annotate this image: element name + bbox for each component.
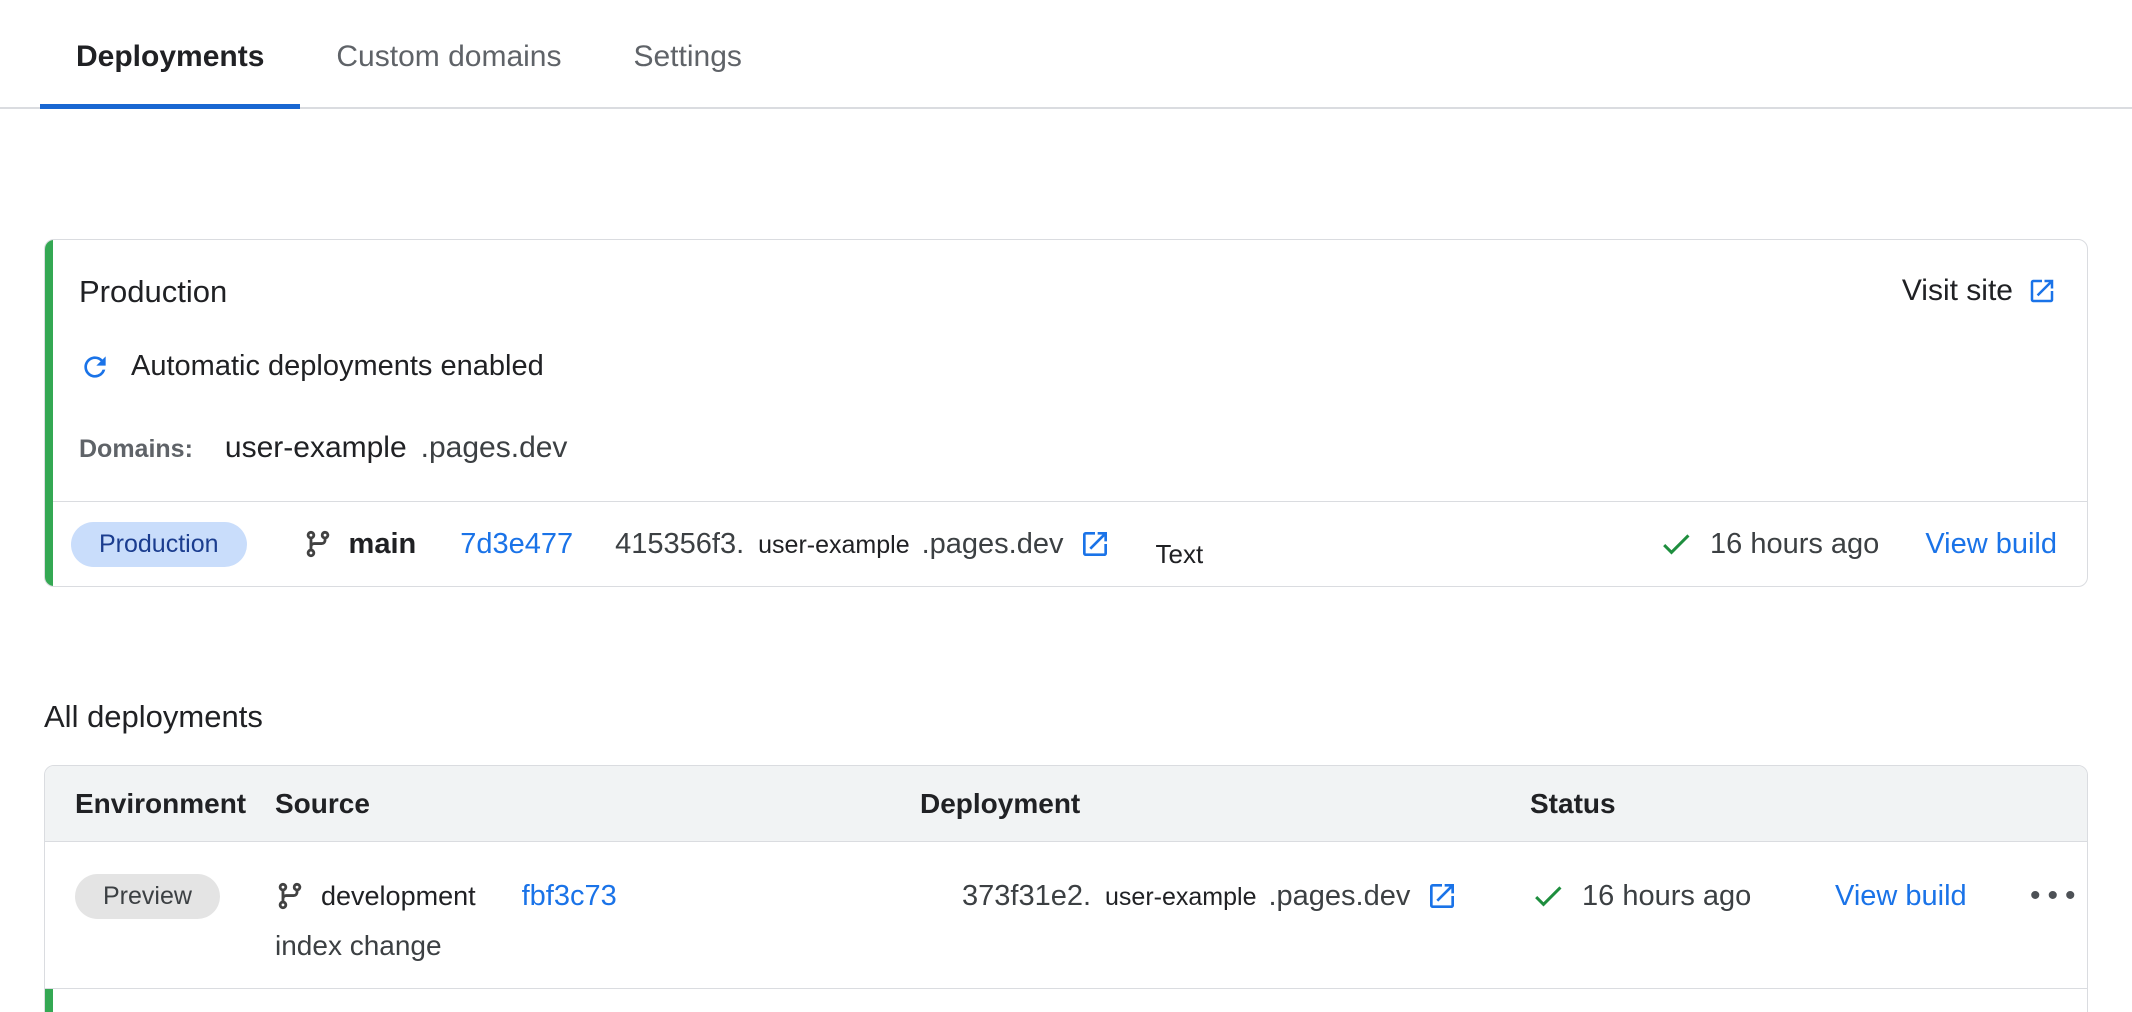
environment-badge: Preview: [75, 874, 220, 919]
domains-label: Domains:: [79, 435, 193, 464]
deployment-url-prefix: 415356f3.: [615, 528, 744, 561]
git-branch-icon: [275, 881, 305, 911]
commit-message: index change: [275, 930, 920, 962]
column-status: Status: [1530, 788, 1835, 820]
production-card-title: Production: [79, 274, 227, 310]
deployment-status: 16 hours ago: [1658, 526, 1879, 562]
deployment-url-name: user-example: [1105, 883, 1256, 912]
deployment-time: 16 hours ago: [1582, 880, 1751, 913]
deployment-url-suffix: .pages.dev: [922, 528, 1064, 561]
git-branch-icon: [303, 529, 333, 559]
success-check-icon: [1530, 878, 1566, 914]
external-link-icon: [2027, 276, 2057, 306]
deployment-url-suffix: .pages.dev: [1268, 880, 1410, 913]
tab-deployments[interactable]: Deployments: [40, 0, 300, 109]
environment-badge: Production: [71, 522, 247, 567]
production-deployment-row: Production main 7d3e477 415356f3. user-e…: [45, 502, 2087, 586]
deployment-time: 16 hours ago: [1710, 528, 1879, 561]
branch-name: development: [321, 881, 476, 912]
production-strip-indicator: [45, 989, 53, 1012]
refresh-icon: [79, 351, 111, 383]
all-deployments-title: All deployments: [44, 699, 2132, 735]
tab-custom-domains[interactable]: Custom domains: [300, 0, 597, 109]
auto-deployments-text: Automatic deployments enabled: [131, 350, 544, 383]
next-row-partial: [45, 989, 2087, 1012]
external-link-icon[interactable]: [1426, 880, 1458, 912]
tab-settings[interactable]: Settings: [597, 0, 777, 109]
column-environment: Environment: [75, 788, 275, 820]
domain-name: user-example: [225, 431, 407, 465]
column-deployment: Deployment: [920, 788, 1530, 820]
source-cell: development fbf3c73 index change: [275, 872, 920, 962]
deployment-cell: 373f31e2. user-example .pages.dev: [920, 872, 1530, 920]
success-check-icon: [1658, 526, 1694, 562]
visit-site-link[interactable]: Visit site: [1902, 274, 2057, 308]
status-cell: 16 hours ago: [1530, 872, 1835, 920]
production-card: Production Visit site Automatic deployme…: [44, 239, 2088, 587]
deployment-url-name: user-example: [758, 531, 909, 560]
deployment-url-prefix: 373f31e2.: [962, 880, 1091, 913]
row-menu-button[interactable]: •••: [2030, 872, 2083, 920]
commit-link[interactable]: fbf3c73: [522, 880, 617, 913]
commit-link[interactable]: 7d3e477: [460, 528, 573, 561]
table-header: Environment Source Deployment Status: [45, 766, 2087, 842]
table-row: Preview development fbf3c73 index change…: [45, 842, 2087, 989]
external-link-icon[interactable]: [1079, 528, 1111, 560]
column-source: Source: [275, 788, 920, 820]
deployment-url: 415356f3. user-example .pages.dev: [615, 528, 1111, 561]
tab-bar: Deployments Custom domains Settings: [0, 0, 2132, 109]
view-build-link[interactable]: View build: [1925, 528, 2057, 561]
view-build-link[interactable]: View build: [1835, 880, 1967, 913]
visit-site-label: Visit site: [1902, 274, 2013, 308]
domain-suffix: .pages.dev: [421, 431, 568, 465]
domains-line: Domains: user-example .pages.dev: [79, 431, 2087, 465]
text-note: Text: [1155, 539, 1203, 570]
deployments-table: Environment Source Deployment Status Pre…: [44, 765, 2088, 1012]
branch-name: main: [349, 528, 417, 561]
